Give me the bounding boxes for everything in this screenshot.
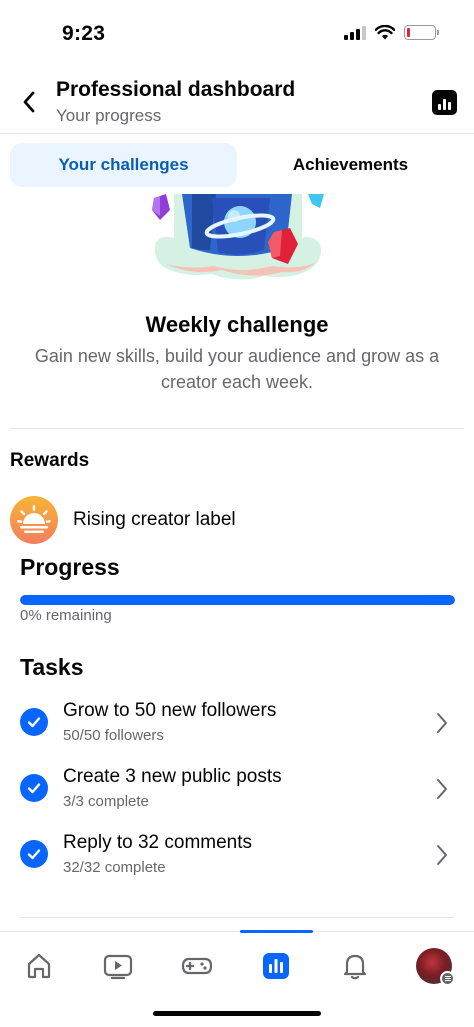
chevron-right-icon <box>432 774 452 804</box>
menu-icon <box>440 971 455 986</box>
checkmark-icon <box>20 708 48 736</box>
task-title: Create 3 new public posts <box>63 766 282 787</box>
task-row[interactable]: Create 3 new public posts 3/3 complete <box>0 766 474 826</box>
active-tab-indicator <box>240 930 313 933</box>
tasks-heading: Tasks <box>20 654 84 680</box>
cellular-signal-icon <box>344 25 366 40</box>
header-divider <box>0 133 474 134</box>
reward-label: Rising creator label <box>73 509 236 530</box>
task-status: 3/3 complete <box>63 793 149 810</box>
profile-menu-button[interactable] <box>414 946 455 986</box>
back-button[interactable] <box>14 84 44 120</box>
avatar <box>416 948 455 986</box>
battery-icon <box>404 25 439 40</box>
progress-bar <box>20 595 455 605</box>
task-status: 32/32 complete <box>63 859 166 876</box>
gaming-icon[interactable] <box>177 946 217 986</box>
chevron-right-icon <box>432 708 452 738</box>
page-title: Professional dashboard <box>56 78 296 101</box>
chevron-right-icon <box>432 840 452 870</box>
video-icon[interactable] <box>98 946 138 986</box>
task-title: Grow to 50 new followers <box>63 700 277 721</box>
header: Professional dashboard Your progress <box>0 70 474 134</box>
section-divider <box>10 428 464 429</box>
page-subtitle: Your progress <box>56 106 162 125</box>
tab-achievements[interactable]: Achievements <box>237 143 464 187</box>
task-row[interactable]: Reply to 32 comments 32/32 complete <box>0 832 474 892</box>
challenge-illustration <box>152 194 324 280</box>
insights-button[interactable] <box>432 90 457 115</box>
status-time: 9:23 <box>62 22 106 45</box>
rewards-heading: Rewards <box>10 450 90 471</box>
bottom-nav <box>0 930 474 1001</box>
checkmark-icon <box>20 774 48 802</box>
notifications-icon[interactable] <box>335 946 375 986</box>
chevron-left-icon <box>23 91 35 113</box>
dashboard-icon[interactable] <box>256 946 296 986</box>
challenge-description: Gain new skills, build your audience and… <box>34 346 440 392</box>
task-row[interactable]: Grow to 50 new followers 50/50 followers <box>0 700 474 760</box>
status-bar: 9:23 <box>0 0 474 64</box>
tab-your-challenges[interactable]: Your challenges <box>10 143 237 187</box>
sunrise-icon <box>10 496 58 544</box>
challenge-title: Weekly challenge <box>145 312 329 337</box>
section-divider <box>20 917 454 918</box>
home-indicator <box>153 1011 321 1016</box>
progress-heading: Progress <box>20 554 120 580</box>
checkmark-icon <box>20 840 48 868</box>
home-icon[interactable] <box>19 946 59 986</box>
tab-bar: Your challenges Achievements <box>10 143 464 187</box>
status-icons <box>344 25 439 40</box>
progress-remaining: 0% remaining <box>20 607 112 624</box>
task-status: 50/50 followers <box>63 727 164 744</box>
progress-bar-fill <box>20 595 455 605</box>
task-title: Reply to 32 comments <box>63 832 253 853</box>
wifi-icon <box>375 25 395 40</box>
